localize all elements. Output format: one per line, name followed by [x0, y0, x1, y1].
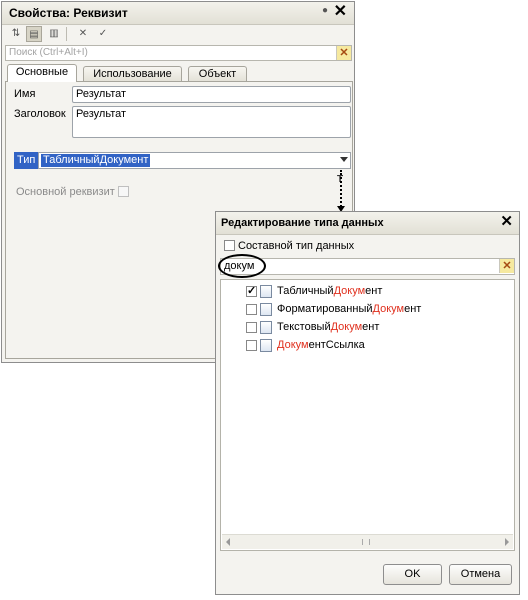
categories-view-icon[interactable]: ▤	[26, 26, 42, 42]
close-icon[interactable]: ✕	[334, 3, 347, 21]
dialog-close-icon[interactable]: ✕	[500, 213, 513, 231]
toolbar-separator	[66, 27, 67, 41]
scroll-right-icon[interactable]	[505, 538, 509, 546]
type-name: ТекстовыйДокумент	[277, 321, 380, 333]
search-placeholder: Поиск (Ctrl+Alt+I)	[9, 47, 88, 58]
formatted-document-icon	[260, 303, 272, 316]
properties-tabs: Основные Использование Объект	[5, 64, 353, 82]
sort-alphabetical-icon[interactable]: ⇅	[8, 26, 24, 42]
properties-title-bar: Свойства: Реквизит ● ✕	[2, 2, 354, 25]
type-checkbox[interactable]	[246, 340, 257, 351]
list-view-icon[interactable]: ▥	[46, 26, 62, 42]
type-field[interactable]: ТабличныйДокумент	[38, 152, 351, 169]
name-field[interactable]: Результат	[72, 86, 351, 103]
edit-type-dialog: Редактирование типа данных ✕ Составной т…	[215, 211, 520, 595]
cancel-button[interactable]: Отмена	[449, 564, 512, 585]
clear-search-icon[interactable]: ✕	[336, 46, 351, 60]
properties-toolbar: ⇅ ▤ ▥ ✕ ✓	[2, 24, 354, 44]
pin-icon[interactable]: ●	[322, 5, 328, 16]
main-attribute-checkbox[interactable]	[118, 186, 129, 197]
type-list: ✓ ТабличныйДокумент ФорматированныйДокум…	[220, 279, 515, 551]
scroll-left-icon[interactable]	[226, 538, 230, 546]
clear-type-search-icon[interactable]: ✕	[499, 259, 514, 273]
type-checkbox[interactable]	[246, 304, 257, 315]
document-ref-icon	[260, 339, 272, 352]
dialog-title: Редактирование типа данных	[221, 217, 384, 229]
type-name: ФорматированныйДокумент	[277, 303, 422, 315]
name-label: Имя	[14, 88, 36, 100]
caption-field[interactable]: Результат	[72, 106, 351, 138]
tab-main[interactable]: Основные	[7, 64, 77, 82]
tab-usage[interactable]: Использование	[83, 66, 182, 81]
ok-button[interactable]: OK	[383, 564, 442, 585]
text-document-icon	[260, 321, 272, 334]
main-attribute-label: Основной реквизит	[16, 186, 115, 198]
horizontal-scrollbar[interactable]	[222, 534, 513, 549]
type-checkbox[interactable]: ✓	[246, 286, 257, 297]
type-search-value: докум	[224, 260, 255, 272]
check-icon[interactable]: ✓	[95, 26, 111, 42]
type-search-input[interactable]: докум ✕	[218, 254, 515, 278]
type-name: ТабличныйДокумент	[277, 285, 383, 297]
dropdown-arrow-icon[interactable]	[340, 157, 348, 162]
composite-type-checkbox[interactable]	[224, 240, 235, 251]
clear-icon[interactable]: ✕	[75, 26, 91, 42]
properties-title: Свойства: Реквизит	[9, 6, 128, 20]
type-value: ТабличныйДокумент	[41, 154, 151, 167]
connector-arrow	[340, 170, 344, 210]
type-label: Тип	[14, 152, 39, 169]
type-checkbox[interactable]	[246, 322, 257, 333]
composite-type-label: Составной тип данных	[238, 240, 355, 252]
dialog-title-bar: Редактирование типа данных ✕	[216, 212, 519, 235]
tab-object[interactable]: Объект	[188, 66, 247, 81]
scroll-thumb[interactable]	[362, 539, 370, 545]
type-name: ДокументСсылка	[277, 339, 365, 351]
caption-label: Заголовок	[14, 108, 66, 120]
properties-search-input[interactable]: Поиск (Ctrl+Alt+I) ✕	[5, 45, 352, 61]
spreadsheet-icon	[260, 285, 272, 298]
